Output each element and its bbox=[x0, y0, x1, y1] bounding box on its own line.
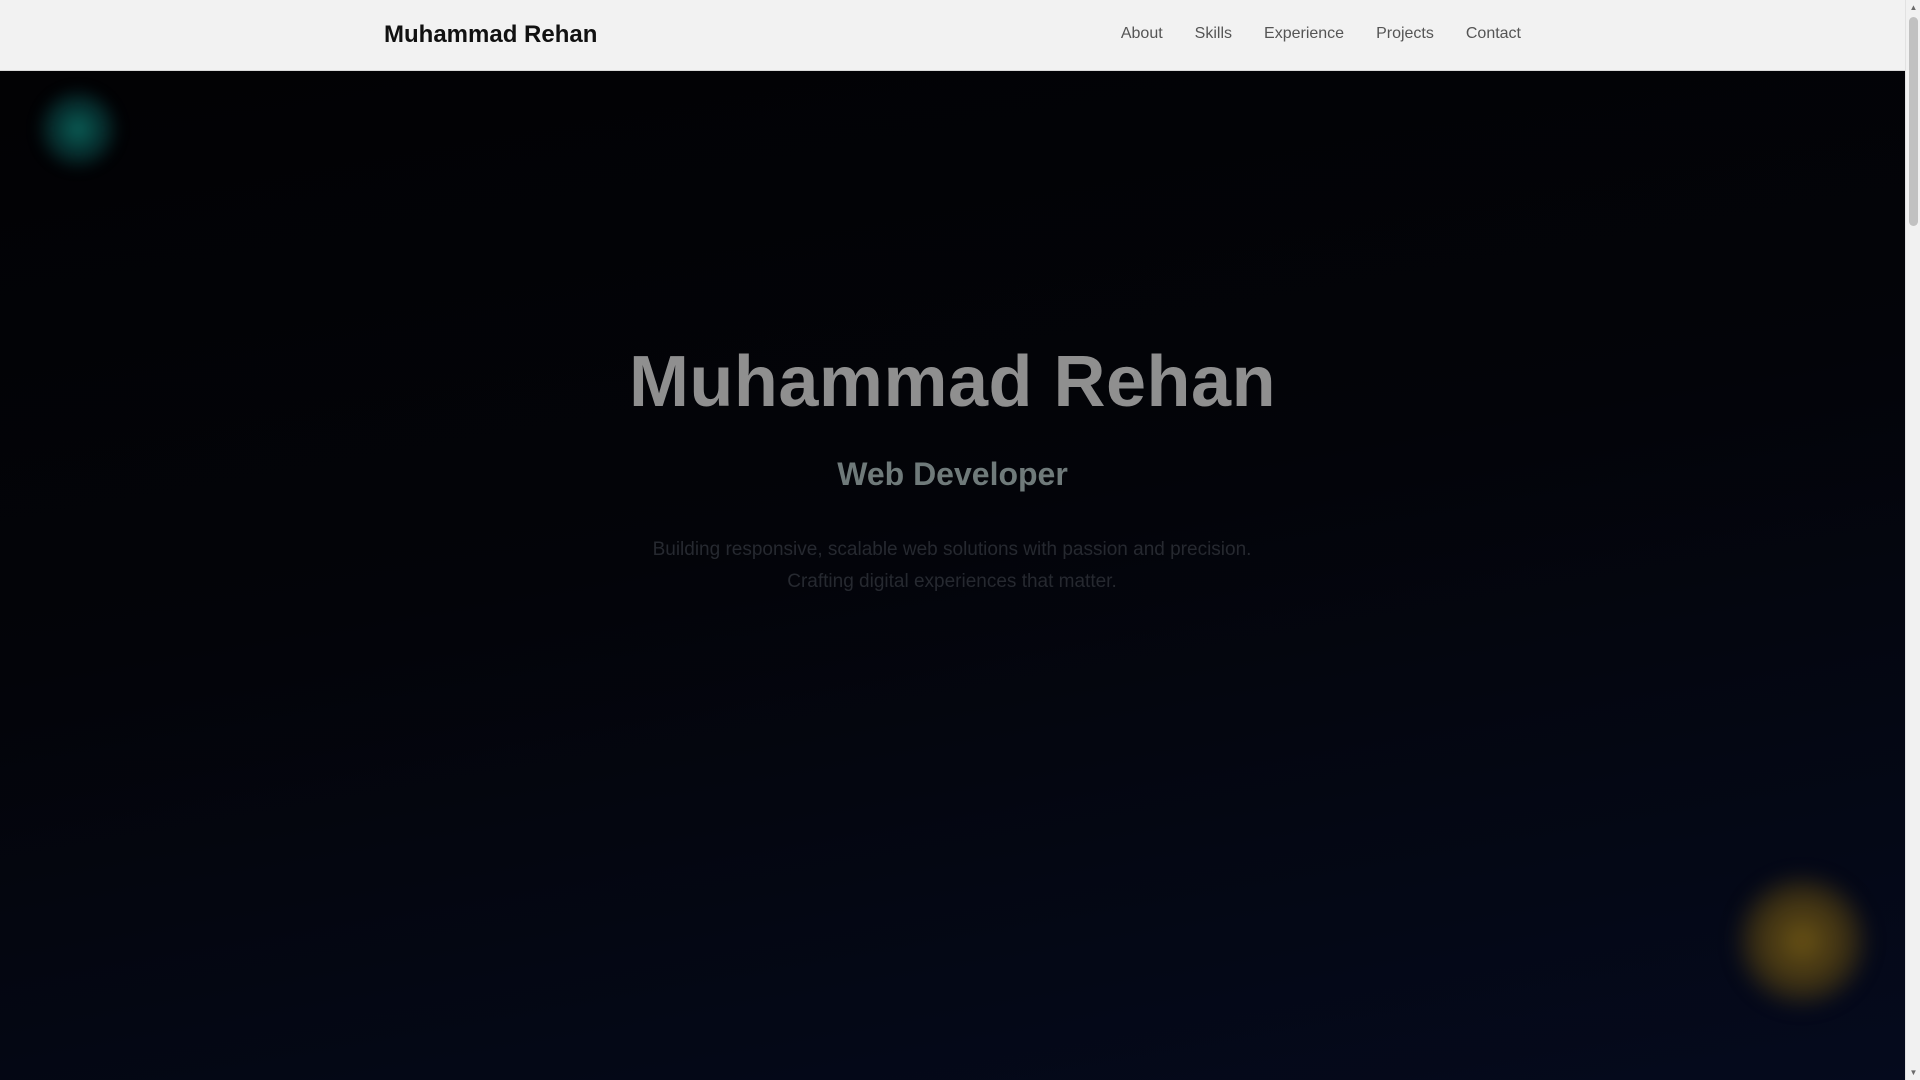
nav-link-experience[interactable]: Experience bbox=[1264, 24, 1344, 44]
hero-description-line-2: Crafting digital experiences that matter… bbox=[787, 571, 1117, 592]
scrollbar-thumb[interactable] bbox=[1909, 17, 1918, 226]
nav-link-projects[interactable]: Projects bbox=[1376, 24, 1434, 44]
hero-title: Muhammad Rehan bbox=[628, 342, 1277, 422]
amber-glow-orb bbox=[1732, 871, 1872, 1011]
hero-subtitle: Web Developer bbox=[837, 456, 1068, 492]
hero-description-line-1: Building responsive, scalable web soluti… bbox=[652, 539, 1252, 560]
nav-link-about[interactable]: About bbox=[1121, 24, 1163, 44]
navbar: Muhammad Rehan About Skills Experience P… bbox=[0, 0, 1905, 71]
vertical-scrollbar[interactable]: ▲ ▼ bbox=[1905, 0, 1920, 1080]
page-viewport: Muhammad Rehan About Skills Experience P… bbox=[0, 0, 1905, 1080]
scroll-down-arrow-icon[interactable]: ▼ bbox=[1906, 1065, 1920, 1080]
hero-description: Building responsive, scalable web soluti… bbox=[602, 534, 1302, 598]
nav-links: About Skills Experience Projects Contact bbox=[1121, 24, 1521, 44]
nav-link-contact[interactable]: Contact bbox=[1466, 24, 1521, 44]
scroll-up-arrow-icon[interactable]: ▲ bbox=[1906, 0, 1920, 15]
nav-link-skills[interactable]: Skills bbox=[1195, 24, 1232, 44]
teal-glow-orb bbox=[36, 87, 120, 171]
brand-logo[interactable]: Muhammad Rehan bbox=[384, 20, 597, 50]
